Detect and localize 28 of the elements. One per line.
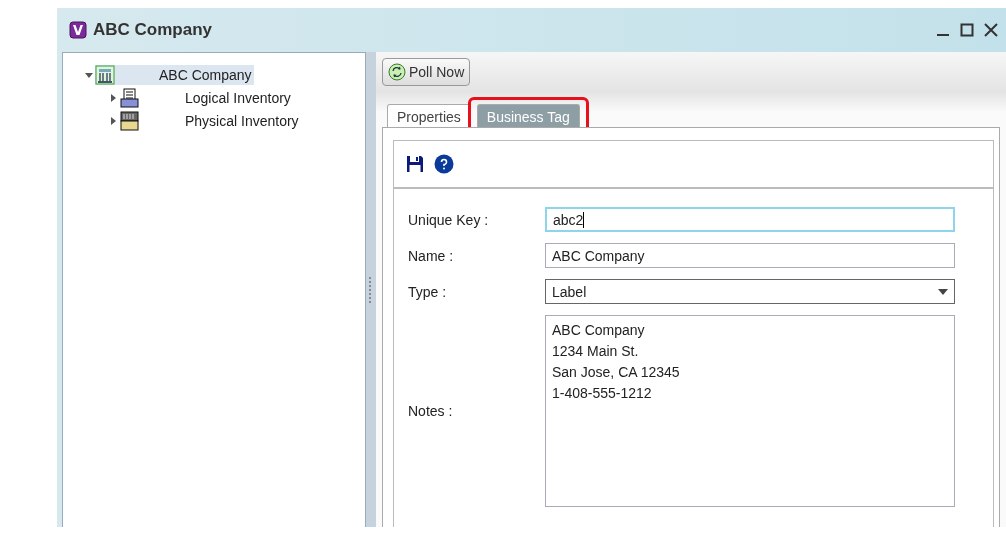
input-field[interactable]: ABC Company	[545, 243, 955, 268]
input-field[interactable]: abc2	[545, 207, 955, 232]
field-label: Name :	[408, 247, 455, 264]
close-icon[interactable]	[984, 23, 998, 37]
tab[interactable]: Properties	[387, 104, 471, 129]
expand-arrow-icon[interactable]	[109, 93, 117, 102]
splitter-handle[interactable]	[366, 52, 376, 527]
app-logo-icon	[69, 21, 87, 39]
field-label: Unique Key :	[408, 211, 490, 228]
field-label: Notes :	[408, 403, 454, 419]
expand-arrow-icon[interactable]	[109, 116, 117, 125]
document-icon	[119, 87, 139, 108]
tree-item[interactable]: Logical Inventory	[119, 87, 293, 108]
notes-field[interactable]: ABC Company 1234 Main St. San Jose, CA 12345 1-408-555-1212	[545, 315, 955, 507]
field-label: Type :	[408, 283, 448, 300]
refresh-icon	[388, 63, 406, 81]
hardware-icon	[119, 110, 139, 131]
collapse-arrow-icon[interactable]	[85, 70, 93, 79]
help-icon[interactable]	[434, 154, 454, 174]
tree-item[interactable]: Physical Inventory	[119, 110, 301, 131]
tree-item[interactable]: ABC Company	[95, 64, 254, 85]
building-icon	[95, 64, 115, 85]
save-icon[interactable]	[406, 155, 424, 173]
poll-now-button[interactable]: Poll Now	[382, 58, 471, 86]
dropdown-arrow-icon	[938, 288, 948, 295]
type-dropdown[interactable]: Label	[545, 279, 955, 304]
maximize-icon[interactable]	[960, 23, 974, 37]
window-title: ABC Company	[93, 20, 212, 40]
